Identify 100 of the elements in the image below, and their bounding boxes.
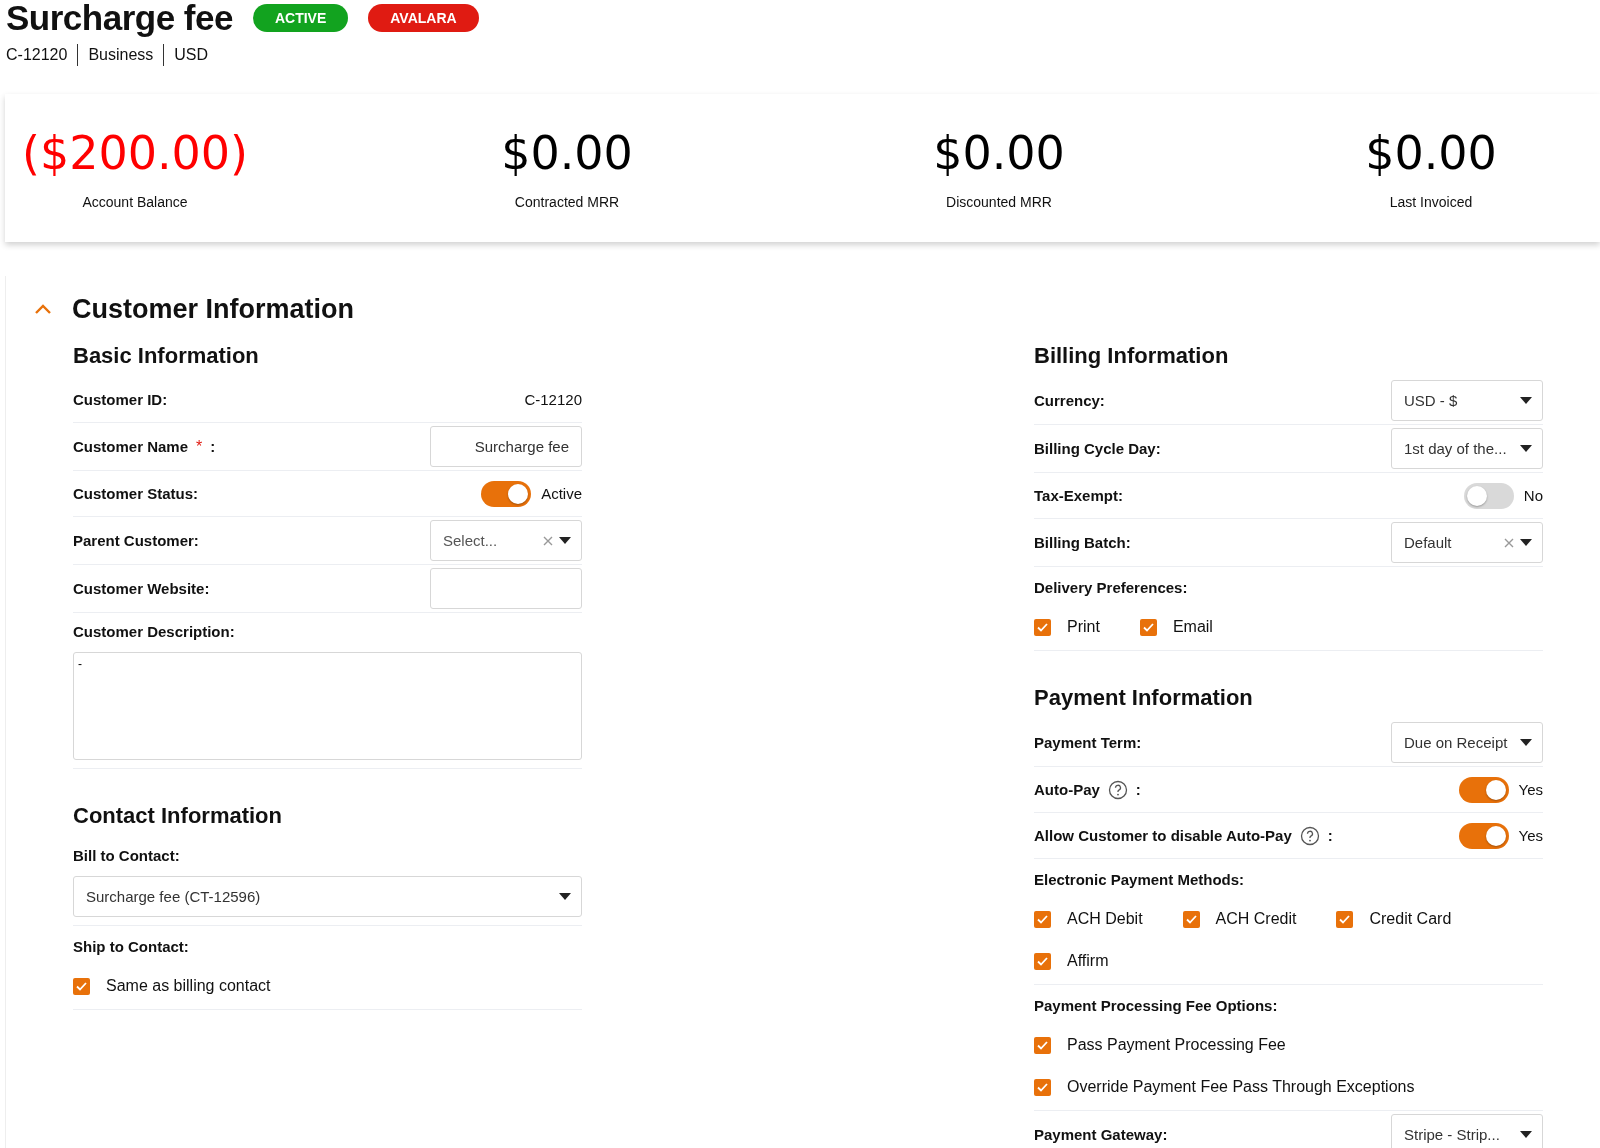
field-label: Payment Gateway:	[1034, 1126, 1168, 1143]
help-icon[interactable]	[1299, 825, 1320, 846]
toggle-switch[interactable]	[1458, 822, 1509, 849]
input-field[interactable]: Surcharge fee	[430, 426, 582, 467]
meta-text: USD	[163, 44, 219, 66]
field-label: Electronic Payment Methods:	[1034, 871, 1246, 888]
label-colon: :	[1135, 781, 1141, 798]
field-value: C-12120	[524, 391, 582, 408]
description-field[interactable]: -	[73, 652, 582, 760]
checkmark-icon	[1185, 914, 1197, 924]
toggle-switch[interactable]	[481, 480, 532, 507]
select-dropdown[interactable]: 1st day of the...	[1391, 428, 1543, 469]
toggle-switch[interactable]	[1458, 776, 1509, 803]
select-dropdown[interactable]: Due on Receipt	[1391, 722, 1543, 763]
field-label: Customer Status:	[73, 485, 199, 502]
page-title: Surcharge fee	[6, 0, 233, 38]
checkbox[interactable]	[1336, 910, 1354, 928]
toggle-switch[interactable]	[1463, 482, 1514, 509]
checkmark-icon	[1037, 1040, 1048, 1050]
caret-icon	[559, 893, 571, 900]
field-label: Billing Cycle Day:	[1034, 440, 1161, 457]
subsection-title: Billing Information	[1034, 343, 1230, 369]
stat-label: Discounted MRR	[946, 194, 1052, 210]
checkbox[interactable]	[1182, 910, 1200, 928]
select-dropdown[interactable]: Default	[1391, 522, 1543, 563]
subsection-title: Contact Information	[73, 803, 283, 829]
stat-label: Last Invoiced	[1389, 194, 1473, 210]
select-dropdown[interactable]: Surcharge fee (CT-12596)	[73, 876, 582, 917]
field-label: Payment Term:	[1034, 734, 1142, 751]
checkbox[interactable]	[1139, 618, 1157, 636]
field-label: Ship to Contact:	[73, 938, 190, 955]
meta-text: C-12120	[6, 45, 69, 65]
field-label: Customer ID:	[73, 391, 168, 408]
caret-icon	[1520, 445, 1532, 452]
stat-label: Contracted MRR	[514, 194, 620, 210]
field-label: Auto-Pay	[1034, 781, 1100, 798]
clear-icon[interactable]	[543, 535, 553, 546]
toggle-state: Active	[541, 485, 582, 502]
field-label: Customer Description:	[73, 623, 236, 640]
checkbox-option[interactable]: Same as billing contact	[73, 977, 271, 995]
checkbox[interactable]	[1034, 1036, 1051, 1054]
toggle-state: Yes	[1518, 781, 1543, 798]
stat-label: Account Balance	[82, 194, 188, 210]
toggle-state: No	[1523, 487, 1543, 504]
checkbox-option[interactable]: Pass Payment Processing Fee	[1034, 1036, 1286, 1054]
stat-value: ($200.00)	[21, 126, 249, 180]
clear-icon[interactable]	[1504, 537, 1514, 548]
field-label: Delivery Preferences:	[1034, 579, 1189, 596]
field-label: Payment Processing Fee Options:	[1034, 997, 1279, 1014]
checkbox-option[interactable]: ACH Debit	[1034, 910, 1143, 928]
field-label: Customer Name	[73, 438, 189, 455]
stat-value: $0.00	[501, 126, 633, 180]
field-label: Tax-Exempt:	[1034, 487, 1123, 504]
field-label: Currency:	[1034, 392, 1105, 409]
checkmark-icon	[1142, 622, 1154, 632]
checkmark-icon	[1037, 914, 1048, 924]
checkbox[interactable]	[1034, 910, 1051, 928]
toggle-state: Yes	[1518, 827, 1543, 844]
select-dropdown[interactable]: Select...	[430, 520, 582, 561]
field-label: Billing Batch:	[1034, 534, 1131, 551]
checkmark-icon	[76, 981, 87, 991]
caret-icon	[559, 537, 571, 544]
checkbox[interactable]	[1034, 1078, 1051, 1096]
subsection-title: Payment Information	[1034, 685, 1254, 711]
checkbox-option[interactable]: Credit Card	[1336, 910, 1452, 928]
checkbox-option[interactable]: Email	[1139, 618, 1213, 636]
checkbox[interactable]	[1034, 952, 1051, 970]
caret-icon	[1520, 1131, 1532, 1138]
checkbox[interactable]	[1034, 618, 1051, 636]
checkmark-icon	[1037, 1082, 1048, 1092]
stat-value: $0.00	[1365, 126, 1497, 180]
checkbox-option[interactable]: Affirm	[1034, 952, 1109, 970]
select-dropdown[interactable]: USD - $	[1391, 380, 1543, 421]
select-dropdown[interactable]: Stripe - Strip...	[1391, 1114, 1543, 1148]
checkmark-icon	[1339, 914, 1351, 924]
help-icon[interactable]	[1107, 779, 1128, 800]
status-badge: AVALARA	[368, 4, 479, 32]
field-label: Parent Customer:	[73, 532, 199, 549]
checkbox[interactable]	[73, 977, 90, 995]
field-label: Customer Website:	[73, 580, 210, 597]
caret-icon	[1520, 739, 1532, 746]
required-mark: *	[196, 437, 203, 456]
label-colon: :	[1327, 827, 1333, 844]
checkbox-option[interactable]: Print	[1034, 618, 1100, 636]
section-title: Customer Information	[72, 294, 354, 325]
field-label: Allow Customer to disable Auto-Pay	[1034, 827, 1292, 844]
meta-text: Business	[77, 44, 164, 66]
subsection-title: Basic Information	[73, 343, 260, 369]
caret-icon	[1520, 539, 1532, 546]
label-colon: :	[210, 438, 216, 455]
checkmark-icon	[1037, 622, 1048, 632]
stat-value: $0.00	[933, 126, 1065, 180]
checkmark-icon	[1037, 956, 1048, 966]
checkbox-option[interactable]: Override Payment Fee Pass Through Exceptions	[1034, 1078, 1415, 1096]
field-label: Bill to Contact:	[73, 847, 181, 864]
checkbox-option[interactable]: ACH Credit	[1182, 910, 1297, 928]
status-badge: ACTIVE	[252, 4, 349, 32]
chevron-icon[interactable]	[34, 304, 52, 315]
input-field[interactable]	[430, 568, 582, 609]
caret-icon	[1520, 397, 1532, 404]
